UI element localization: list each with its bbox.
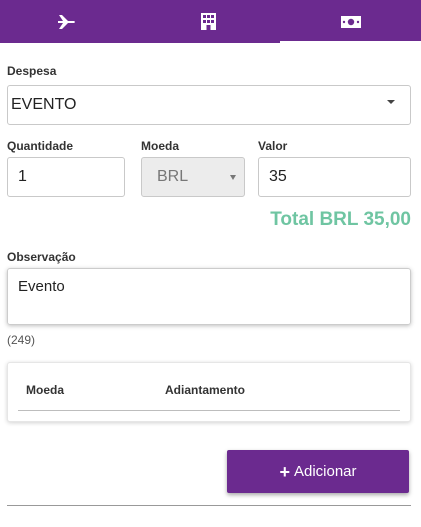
tab-hotel[interactable] <box>140 0 276 43</box>
add-button-label: Adicionar <box>293 463 357 480</box>
add-button[interactable]: + Adicionar <box>227 450 409 493</box>
observacao-value: Evento <box>18 278 65 295</box>
quantidade-input[interactable]: 1 <box>7 157 125 197</box>
tab-flight[interactable] <box>0 0 134 43</box>
total-amount: Total BRL 35,00 <box>270 209 411 230</box>
quantidade-label: Quantidade <box>7 139 74 153</box>
despesa-select[interactable]: EVENTO <box>7 85 411 125</box>
moeda-label: Moeda <box>141 139 180 153</box>
column-header-moeda: Moeda <box>26 383 65 397</box>
airplane-icon <box>57 13 77 31</box>
despesa-value: EVENTO <box>11 96 77 113</box>
top-tab-bar <box>0 0 421 44</box>
observacao-textarea[interactable]: Evento <box>7 268 411 325</box>
plus-icon: + <box>279 461 290 482</box>
valor-input[interactable]: 35 <box>258 157 411 197</box>
chevron-down-icon <box>387 100 395 104</box>
bottom-divider <box>7 505 411 506</box>
despesa-label: Despesa <box>7 64 57 78</box>
observacao-label: Observação <box>7 250 76 264</box>
moeda-value: BRL <box>157 168 189 185</box>
chevron-down-icon <box>230 175 236 180</box>
tab-money[interactable] <box>280 0 421 43</box>
building-icon <box>200 13 217 30</box>
moeda-select[interactable]: BRL <box>141 157 245 197</box>
active-tab-indicator <box>280 41 421 44</box>
valor-label: Valor <box>258 139 288 153</box>
quantidade-value: 1 <box>18 168 27 185</box>
character-counter: (249) <box>7 333 36 347</box>
money-icon <box>340 15 361 29</box>
table-divider <box>18 410 400 411</box>
column-header-adiantamento: Adiantamento <box>165 383 246 397</box>
adiantamento-table: Moeda Adiantamento <box>7 362 411 422</box>
valor-value: 35 <box>269 168 287 185</box>
